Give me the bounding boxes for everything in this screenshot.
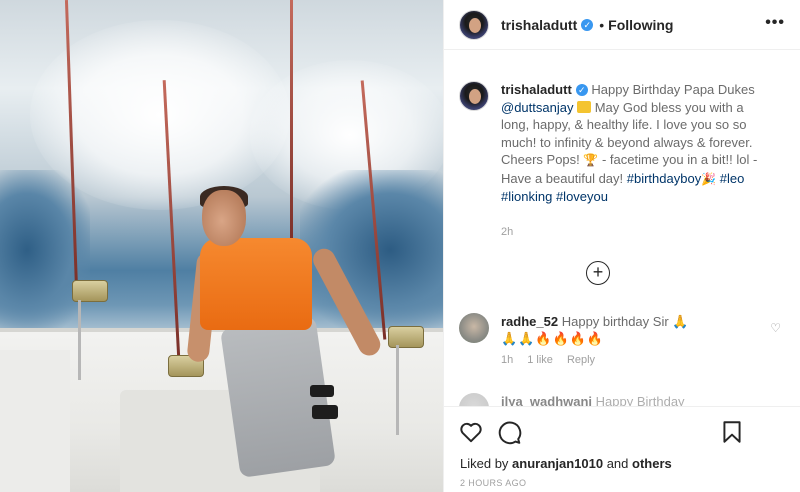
caption-username[interactable]: trishaladutt bbox=[501, 82, 572, 97]
party-hat-emoji-icon: 🎉 bbox=[701, 171, 717, 186]
comment-meta: 1h 1 like Reply bbox=[501, 354, 789, 366]
separator: • bbox=[599, 16, 605, 33]
author-username[interactable]: trishaladutt bbox=[501, 17, 577, 33]
fishing-reel bbox=[388, 326, 424, 348]
bookmark-icon[interactable] bbox=[719, 419, 745, 445]
knee-brace bbox=[310, 385, 334, 397]
post-timestamp[interactable]: 2 HOURS AGO bbox=[460, 478, 526, 488]
comments-section[interactable]: trishaladutt ✓ Happy Birthday Papa Dukes … bbox=[444, 51, 800, 406]
person-shirt bbox=[200, 238, 312, 330]
emoji-icon bbox=[577, 100, 592, 113]
person-pants bbox=[220, 316, 336, 478]
caption-time[interactable]: 2h bbox=[501, 226, 513, 238]
comment-time[interactable]: 1h bbox=[501, 354, 513, 366]
person-head bbox=[202, 190, 246, 246]
comment-content: Happy birthday Sir 🙏 bbox=[561, 314, 689, 329]
likes-summary: Liked by anuranjan1010 and others bbox=[460, 456, 672, 471]
following-button[interactable]: Following bbox=[608, 17, 673, 33]
comment-content: Happy Birthday bbox=[595, 394, 685, 406]
comment-likes[interactable]: 1 like bbox=[527, 354, 553, 366]
commenter-avatar[interactable] bbox=[459, 313, 489, 343]
author-avatar[interactable] bbox=[459, 9, 489, 40]
hashtag-link[interactable]: #lionking bbox=[501, 189, 552, 204]
liker-username[interactable]: anuranjan1010 bbox=[512, 456, 603, 471]
load-more-comments-button[interactable]: + bbox=[586, 261, 610, 285]
comment-text: ilya_wadhwani Happy Birthday bbox=[501, 393, 741, 406]
fishing-rod bbox=[78, 300, 81, 380]
likes-prefix: Liked by bbox=[460, 456, 513, 471]
hashtag-link[interactable]: #loveyou bbox=[556, 189, 608, 204]
trophy-emoji-icon: 🏆 bbox=[583, 153, 599, 167]
fishing-rod bbox=[396, 345, 399, 435]
caption-text: trishaladutt ✓ Happy Birthday Papa Dukes … bbox=[501, 81, 771, 206]
likes-others-link[interactable]: others bbox=[632, 456, 672, 471]
comment-emojis: 🙏🙏🔥🔥🔥🔥 bbox=[501, 331, 605, 346]
caption: trishaladutt ✓ Happy Birthday Papa Dukes … bbox=[459, 81, 789, 206]
commenter-username[interactable]: radhe_52 bbox=[501, 314, 558, 329]
hashtag-link[interactable]: #birthdayboy bbox=[627, 171, 701, 186]
verified-icon: ✓ bbox=[575, 84, 588, 96]
comment-icon[interactable] bbox=[496, 419, 522, 445]
comment: radhe_52 Happy birthday Sir 🙏 🙏🙏🔥🔥🔥🔥 1h … bbox=[459, 313, 789, 366]
like-comment-heart-icon[interactable]: ♡ bbox=[770, 321, 781, 335]
person-arm bbox=[309, 244, 385, 360]
mention-link[interactable]: @duttsanjay bbox=[501, 100, 573, 115]
commenter-avatar[interactable] bbox=[459, 393, 489, 406]
author-avatar[interactable] bbox=[459, 81, 489, 111]
comment-text: radhe_52 Happy birthday Sir 🙏 🙏🙏🔥🔥🔥🔥 bbox=[501, 313, 741, 347]
action-bar: Liked by anuranjan1010 and others 2 HOUR… bbox=[444, 406, 800, 492]
reply-button[interactable]: Reply bbox=[567, 354, 595, 366]
post-header: trishaladutt ✓ • Following ••• bbox=[444, 0, 800, 50]
verified-icon: ✓ bbox=[581, 18, 594, 31]
more-icon[interactable]: ••• bbox=[765, 14, 785, 32]
comment: ilya_wadhwani Happy Birthday bbox=[459, 393, 789, 406]
fishing-reel bbox=[72, 280, 108, 302]
knee-brace bbox=[312, 405, 338, 419]
commenter-username[interactable]: ilya_wadhwani bbox=[501, 394, 592, 406]
boat-bench bbox=[0, 350, 70, 492]
person bbox=[186, 186, 390, 490]
post-sidebar: trishaladutt ✓ • Following ••• trishalad… bbox=[443, 0, 800, 492]
hashtag-link[interactable]: #leo bbox=[720, 171, 745, 186]
likes-and: and bbox=[603, 456, 633, 471]
caption-part: Happy Birthday Papa Dukes bbox=[591, 82, 755, 97]
heart-icon[interactable] bbox=[458, 419, 484, 445]
post-photo[interactable] bbox=[0, 0, 443, 492]
